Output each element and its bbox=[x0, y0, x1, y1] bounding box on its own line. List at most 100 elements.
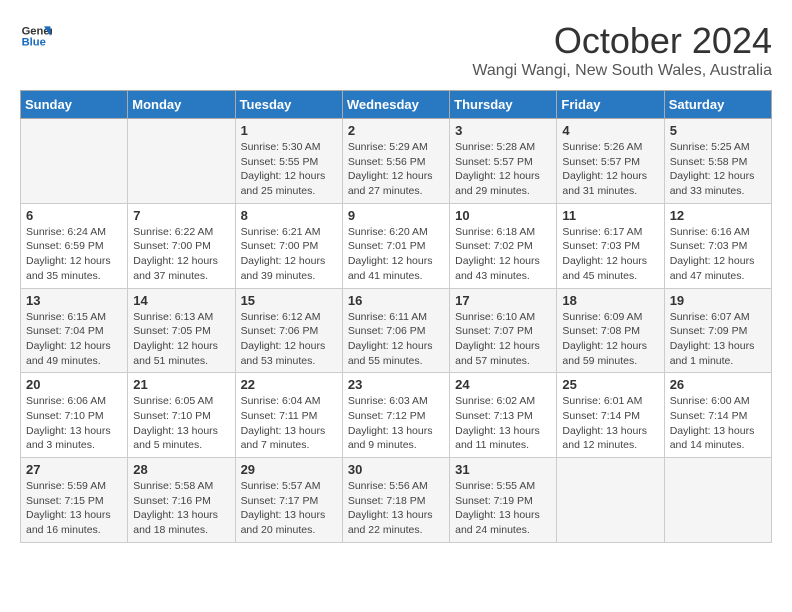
title-block: October 2024 Wangi Wangi, New South Wale… bbox=[472, 20, 772, 80]
day-number: 18 bbox=[562, 293, 658, 308]
day-number: 1 bbox=[241, 123, 337, 138]
cell-content: Sunrise: 5:59 AM Sunset: 7:15 PM Dayligh… bbox=[26, 479, 122, 538]
cell-content: Sunrise: 6:15 AM Sunset: 7:04 PM Dayligh… bbox=[26, 310, 122, 369]
day-number: 28 bbox=[133, 462, 229, 477]
day-number: 16 bbox=[348, 293, 444, 308]
header-row: SundayMondayTuesdayWednesdayThursdayFrid… bbox=[21, 91, 772, 119]
column-header-monday: Monday bbox=[128, 91, 235, 119]
day-number: 6 bbox=[26, 208, 122, 223]
day-number: 24 bbox=[455, 377, 551, 392]
day-number: 31 bbox=[455, 462, 551, 477]
calendar-cell: 7Sunrise: 6:22 AM Sunset: 7:00 PM Daylig… bbox=[128, 203, 235, 288]
cell-content: Sunrise: 5:28 AM Sunset: 5:57 PM Dayligh… bbox=[455, 140, 551, 199]
calendar-cell: 20 Sunrise: 6:06 AM Sunset: 7:10 PM Dayli… bbox=[21, 373, 128, 458]
day-number: 20 bbox=[26, 377, 122, 392]
day-number: 21 bbox=[133, 377, 229, 392]
cell-content: Sunrise: 5:25 AM Sunset: 5:58 PM Dayligh… bbox=[670, 140, 766, 199]
calendar-cell: 22Sunrise: 6:04 AM Sunset: 7:11 PM Dayli… bbox=[235, 373, 342, 458]
column-header-sunday: Sunday bbox=[21, 91, 128, 119]
day-number: 10 bbox=[455, 208, 551, 223]
day-number: 17 bbox=[455, 293, 551, 308]
column-header-saturday: Saturday bbox=[664, 91, 771, 119]
day-number: 12 bbox=[670, 208, 766, 223]
cell-content: Sunrise: 6:02 AM Sunset: 7:13 PM Dayligh… bbox=[455, 394, 551, 453]
cell-content: Sunrise: 6:09 AM Sunset: 7:08 PM Dayligh… bbox=[562, 310, 658, 369]
cell-content: Sunrise: 5:56 AM Sunset: 7:18 PM Dayligh… bbox=[348, 479, 444, 538]
cell-content: Sunrise: 5:26 AM Sunset: 5:57 PM Dayligh… bbox=[562, 140, 658, 199]
cell-content: Sunrise: 6:06 AM Sunset: 7:10 PM Dayligh… bbox=[26, 394, 122, 453]
calendar-cell: 31 Sunrise: 5:55 AM Sunset: 7:19 PM Dayli… bbox=[450, 458, 557, 543]
day-number: 19 bbox=[670, 293, 766, 308]
calendar-cell: 28Sunrise: 5:58 AM Sunset: 7:16 PM Dayli… bbox=[128, 458, 235, 543]
calendar-table: SundayMondayTuesdayWednesdayThursdayFrid… bbox=[20, 90, 772, 543]
cell-content: Sunrise: 6:00 AM Sunset: 7:14 PM Dayligh… bbox=[670, 394, 766, 453]
calendar-cell: 2Sunrise: 5:29 AM Sunset: 5:56 PM Daylig… bbox=[342, 119, 449, 204]
column-header-tuesday: Tuesday bbox=[235, 91, 342, 119]
cell-content: Sunrise: 6:01 AM Sunset: 7:14 PM Dayligh… bbox=[562, 394, 658, 453]
day-number: 4 bbox=[562, 123, 658, 138]
calendar-cell: 14Sunrise: 6:13 AM Sunset: 7:05 PM Dayli… bbox=[128, 288, 235, 373]
calendar-cell bbox=[21, 119, 128, 204]
calendar-cell: 8Sunrise: 6:21 AM Sunset: 7:00 PM Daylig… bbox=[235, 203, 342, 288]
calendar-cell: 24 Sunrise: 6:02 AM Sunset: 7:13 PM Dayli… bbox=[450, 373, 557, 458]
cell-content: Sunrise: 6:13 AM Sunset: 7:05 PM Dayligh… bbox=[133, 310, 229, 369]
week-row-4: 20 Sunrise: 6:06 AM Sunset: 7:10 PM Dayli… bbox=[21, 373, 772, 458]
column-header-thursday: Thursday bbox=[450, 91, 557, 119]
cell-content: Sunrise: 6:21 AM Sunset: 7:00 PM Dayligh… bbox=[241, 225, 337, 284]
calendar-cell: 21 Sunrise: 6:05 AM Sunset: 7:10 PM Dayli… bbox=[128, 373, 235, 458]
day-number: 9 bbox=[348, 208, 444, 223]
calendar-cell: 6 Sunrise: 6:24 AM Sunset: 6:59 PM Daylig… bbox=[21, 203, 128, 288]
logo: General Blue bbox=[20, 20, 52, 52]
calendar-cell: 17 Sunrise: 6:10 AM Sunset: 7:07 PM Dayli… bbox=[450, 288, 557, 373]
cell-content: Sunrise: 6:05 AM Sunset: 7:10 PM Dayligh… bbox=[133, 394, 229, 453]
cell-content: Sunrise: 6:11 AM Sunset: 7:06 PM Dayligh… bbox=[348, 310, 444, 369]
calendar-cell bbox=[557, 458, 664, 543]
week-row-2: 6 Sunrise: 6:24 AM Sunset: 6:59 PM Daylig… bbox=[21, 203, 772, 288]
calendar-cell: 13 Sunrise: 6:15 AM Sunset: 7:04 PM Dayli… bbox=[21, 288, 128, 373]
location-subtitle: Wangi Wangi, New South Wales, Australia bbox=[472, 62, 772, 80]
cell-content: Sunrise: 5:55 AM Sunset: 7:19 PM Dayligh… bbox=[455, 479, 551, 538]
cell-content: Sunrise: 5:30 AM Sunset: 5:55 PM Dayligh… bbox=[241, 140, 337, 199]
calendar-cell bbox=[128, 119, 235, 204]
calendar-cell: 25 Sunrise: 6:01 AM Sunset: 7:14 PM Dayli… bbox=[557, 373, 664, 458]
month-title: October 2024 bbox=[472, 20, 772, 62]
calendar-cell: 15Sunrise: 6:12 AM Sunset: 7:06 PM Dayli… bbox=[235, 288, 342, 373]
day-number: 13 bbox=[26, 293, 122, 308]
week-row-5: 27 Sunrise: 5:59 AM Sunset: 7:15 PM Dayli… bbox=[21, 458, 772, 543]
cell-content: Sunrise: 6:18 AM Sunset: 7:02 PM Dayligh… bbox=[455, 225, 551, 284]
day-number: 29 bbox=[241, 462, 337, 477]
calendar-cell: 12 Sunrise: 6:16 AM Sunset: 7:03 PM Dayli… bbox=[664, 203, 771, 288]
day-number: 30 bbox=[348, 462, 444, 477]
day-number: 7 bbox=[133, 208, 229, 223]
calendar-cell: 19 Sunrise: 6:07 AM Sunset: 7:09 PM Dayli… bbox=[664, 288, 771, 373]
column-header-friday: Friday bbox=[557, 91, 664, 119]
calendar-cell: 16 Sunrise: 6:11 AM Sunset: 7:06 PM Dayli… bbox=[342, 288, 449, 373]
svg-text:Blue: Blue bbox=[22, 37, 46, 49]
cell-content: Sunrise: 6:24 AM Sunset: 6:59 PM Dayligh… bbox=[26, 225, 122, 284]
calendar-cell: 3 Sunrise: 5:28 AM Sunset: 5:57 PM Daylig… bbox=[450, 119, 557, 204]
day-number: 15 bbox=[241, 293, 337, 308]
cell-content: Sunrise: 6:07 AM Sunset: 7:09 PM Dayligh… bbox=[670, 310, 766, 369]
cell-content: Sunrise: 6:16 AM Sunset: 7:03 PM Dayligh… bbox=[670, 225, 766, 284]
page-header: General Blue October 2024 Wangi Wangi, N… bbox=[20, 20, 772, 80]
cell-content: Sunrise: 5:29 AM Sunset: 5:56 PM Dayligh… bbox=[348, 140, 444, 199]
cell-content: Sunrise: 6:17 AM Sunset: 7:03 PM Dayligh… bbox=[562, 225, 658, 284]
cell-content: Sunrise: 6:04 AM Sunset: 7:11 PM Dayligh… bbox=[241, 394, 337, 453]
calendar-cell: 9 Sunrise: 6:20 AM Sunset: 7:01 PM Daylig… bbox=[342, 203, 449, 288]
day-number: 3 bbox=[455, 123, 551, 138]
calendar-cell: 5Sunrise: 5:25 AM Sunset: 5:58 PM Daylig… bbox=[664, 119, 771, 204]
column-header-wednesday: Wednesday bbox=[342, 91, 449, 119]
calendar-cell: 11Sunrise: 6:17 AM Sunset: 7:03 PM Dayli… bbox=[557, 203, 664, 288]
calendar-cell: 4 Sunrise: 5:26 AM Sunset: 5:57 PM Daylig… bbox=[557, 119, 664, 204]
day-number: 27 bbox=[26, 462, 122, 477]
cell-content: Sunrise: 6:10 AM Sunset: 7:07 PM Dayligh… bbox=[455, 310, 551, 369]
calendar-cell: 26 Sunrise: 6:00 AM Sunset: 7:14 PM Dayli… bbox=[664, 373, 771, 458]
calendar-cell: 23Sunrise: 6:03 AM Sunset: 7:12 PM Dayli… bbox=[342, 373, 449, 458]
calendar-cell: 18 Sunrise: 6:09 AM Sunset: 7:08 PM Dayli… bbox=[557, 288, 664, 373]
calendar-cell: 27 Sunrise: 5:59 AM Sunset: 7:15 PM Dayli… bbox=[21, 458, 128, 543]
cell-content: Sunrise: 6:20 AM Sunset: 7:01 PM Dayligh… bbox=[348, 225, 444, 284]
day-number: 25 bbox=[562, 377, 658, 392]
calendar-cell: 1 Sunrise: 5:30 AM Sunset: 5:55 PM Daylig… bbox=[235, 119, 342, 204]
day-number: 23 bbox=[348, 377, 444, 392]
day-number: 26 bbox=[670, 377, 766, 392]
